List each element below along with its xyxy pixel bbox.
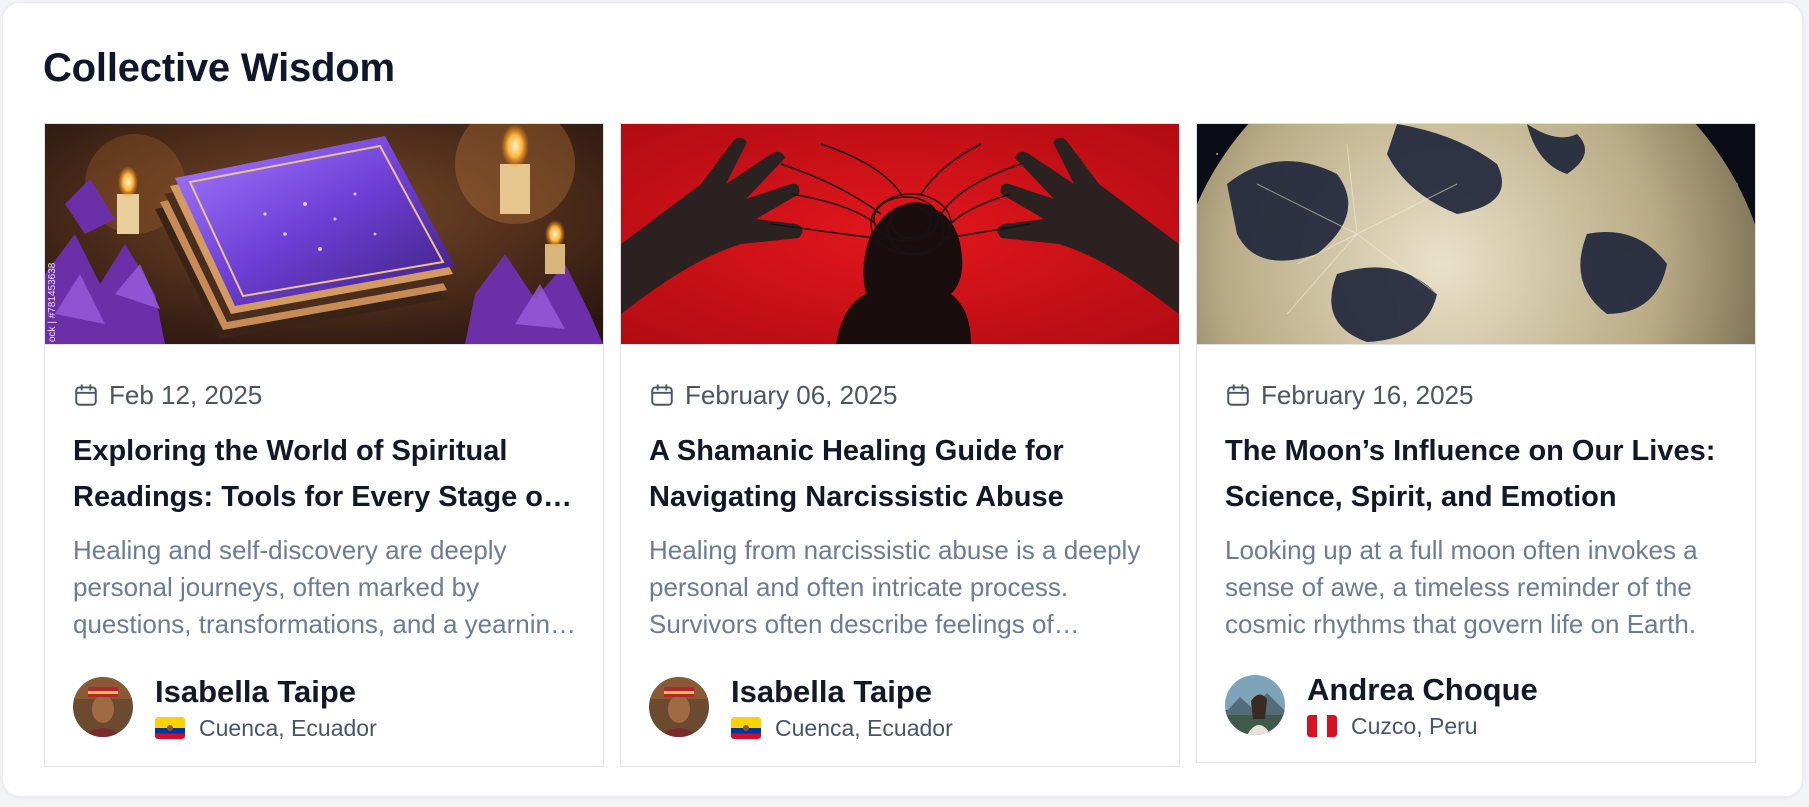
article-excerpt: Healing and self-discovery are deeply pe…	[73, 535, 565, 639]
collective-wisdom-panel: Collective Wisdom ock | #781453638 Feb 1…	[2, 2, 1803, 797]
section-title: Collective Wisdom	[43, 46, 395, 90]
article-image-moon	[1197, 124, 1755, 345]
article-excerpt: Healing from narcissistic abuse is a dee…	[649, 535, 1141, 639]
article-card-2[interactable]: February 06, 2025 A Shamanic Healing Gui…	[620, 123, 1180, 767]
date-text: February 16, 2025	[1261, 379, 1474, 410]
author-name[interactable]: Isabella Taipe	[731, 672, 953, 712]
article-date: February 06, 2025	[649, 378, 897, 412]
author-location: Cuenca, Ecuador	[775, 715, 953, 741]
calendar-icon	[1225, 382, 1251, 408]
article-date: February 16, 2025	[1225, 378, 1473, 412]
author-name[interactable]: Andrea Choque	[1307, 670, 1538, 710]
article-image-tangled-head	[621, 124, 1179, 345]
calendar-icon	[73, 382, 99, 408]
ecuador-flag-icon	[731, 717, 761, 739]
peru-flag-icon	[1307, 715, 1337, 737]
image-watermark: ock | #781453638	[47, 262, 58, 342]
article-excerpt: Looking up at a full moon often invokes …	[1225, 535, 1698, 639]
date-text: Feb 12, 2025	[109, 379, 263, 410]
calendar-icon	[649, 382, 675, 408]
avatar[interactable]	[1225, 675, 1285, 735]
author-block[interactable]: Isabella Taipe Cuenca, Ecuador	[649, 672, 953, 742]
author-block[interactable]: Isabella Taipe Cuenca, Ecuador	[73, 672, 377, 742]
ecuador-flag-icon	[155, 717, 185, 739]
article-title[interactable]: The Moon’s Influence on Our Lives: Scien…	[1225, 428, 1731, 520]
avatar[interactable]	[73, 677, 133, 737]
author-location: Cuenca, Ecuador	[199, 715, 377, 741]
author-block[interactable]: Andrea Choque Cuzco, Peru	[1225, 670, 1538, 740]
avatar[interactable]	[649, 677, 709, 737]
author-location: Cuzco, Peru	[1351, 713, 1478, 739]
author-name[interactable]: Isabella Taipe	[155, 672, 377, 712]
article-image-tarot-cards: ock | #781453638	[45, 124, 603, 345]
date-text: February 06, 2025	[685, 379, 898, 410]
article-title[interactable]: Exploring the World of Spiritual Reading…	[73, 428, 579, 520]
article-title[interactable]: A Shamanic Healing Guide for Navigating …	[649, 428, 1155, 520]
article-card-3[interactable]: February 16, 2025 The Moon’s Influence o…	[1196, 123, 1756, 763]
article-date: Feb 12, 2025	[73, 378, 262, 412]
article-card-1[interactable]: ock | #781453638 Feb 12, 2025 Exploring …	[44, 123, 604, 767]
